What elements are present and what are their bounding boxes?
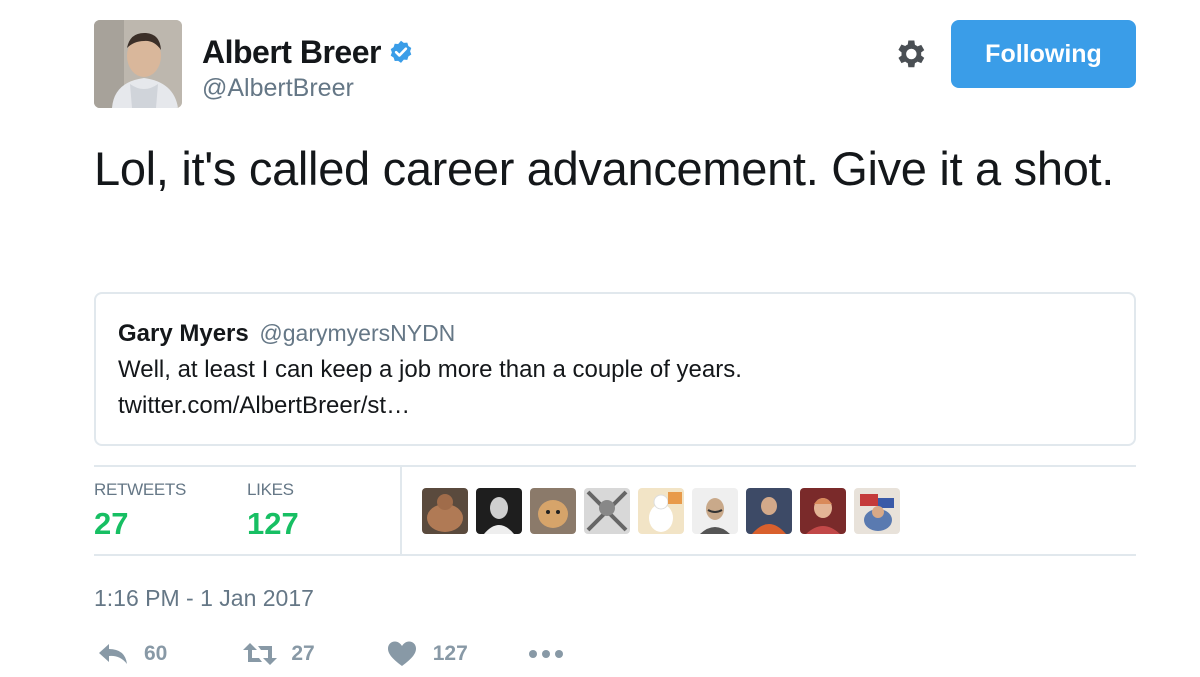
retweet-button[interactable]: 27 [241, 640, 315, 668]
quoted-tweet-card[interactable]: Gary Myers @garymyersNYDN Well, at least… [94, 292, 1136, 446]
author-handle[interactable]: @AlbertBreer [202, 74, 354, 103]
quoted-author-handle: @garymyersNYDN [259, 320, 456, 346]
quoted-tweet-header: Gary Myers @garymyersNYDN [118, 320, 455, 348]
heart-icon [387, 641, 416, 666]
quoted-tweet-link[interactable]: twitter.com/AlbertBreer/st… [118, 392, 410, 420]
likes-stat[interactable]: LIKES 127 [247, 480, 299, 542]
like-button[interactable]: 127 [387, 640, 468, 668]
retweet-count: 27 [291, 642, 315, 665]
author-name-row[interactable]: Albert Breer [202, 34, 415, 71]
retweets-label: RETWEETS [94, 480, 187, 499]
tweet-timestamp[interactable]: 1:16 PM - 1 Jan 2017 [94, 585, 314, 612]
tweet-actions: 60 27 127 [96, 640, 564, 668]
stats-divider-vertical [400, 467, 402, 554]
more-button[interactable] [528, 649, 564, 659]
retweets-value: 27 [94, 506, 129, 541]
likes-value: 127 [247, 506, 299, 541]
quoted-tweet-text: Well, at least I can keep a job more tha… [118, 356, 742, 383]
more-dots-icon [528, 650, 563, 658]
likers-avatar-row [422, 488, 900, 534]
reply-button[interactable]: 60 [96, 640, 167, 668]
reply-icon [99, 644, 127, 664]
likes-label: LIKES [247, 480, 294, 499]
liker-avatar[interactable] [854, 488, 900, 534]
retweet-icon [243, 643, 278, 665]
author-avatar[interactable] [94, 20, 182, 108]
stats-divider-bottom [94, 554, 1136, 556]
gear-icon[interactable] [892, 36, 928, 72]
liker-avatar[interactable] [746, 488, 792, 534]
author-name[interactable]: Albert Breer [202, 34, 381, 71]
quoted-author-name: Gary Myers [118, 320, 249, 347]
verified-badge-icon [390, 40, 412, 63]
liker-avatar[interactable] [530, 488, 576, 534]
liker-avatar[interactable] [476, 488, 522, 534]
following-button[interactable]: Following [951, 20, 1136, 88]
liker-avatar[interactable] [422, 488, 468, 534]
stats-divider-top [94, 465, 1136, 467]
like-count: 127 [432, 642, 468, 665]
reply-count: 60 [144, 642, 168, 665]
liker-avatar[interactable] [638, 488, 684, 534]
liker-avatar[interactable] [800, 488, 846, 534]
tweet-text: Lol, it's called career advancement. Giv… [94, 142, 1115, 195]
liker-avatar[interactable] [692, 488, 738, 534]
liker-avatar[interactable] [584, 488, 630, 534]
retweets-stat[interactable]: RETWEETS 27 [94, 480, 186, 542]
